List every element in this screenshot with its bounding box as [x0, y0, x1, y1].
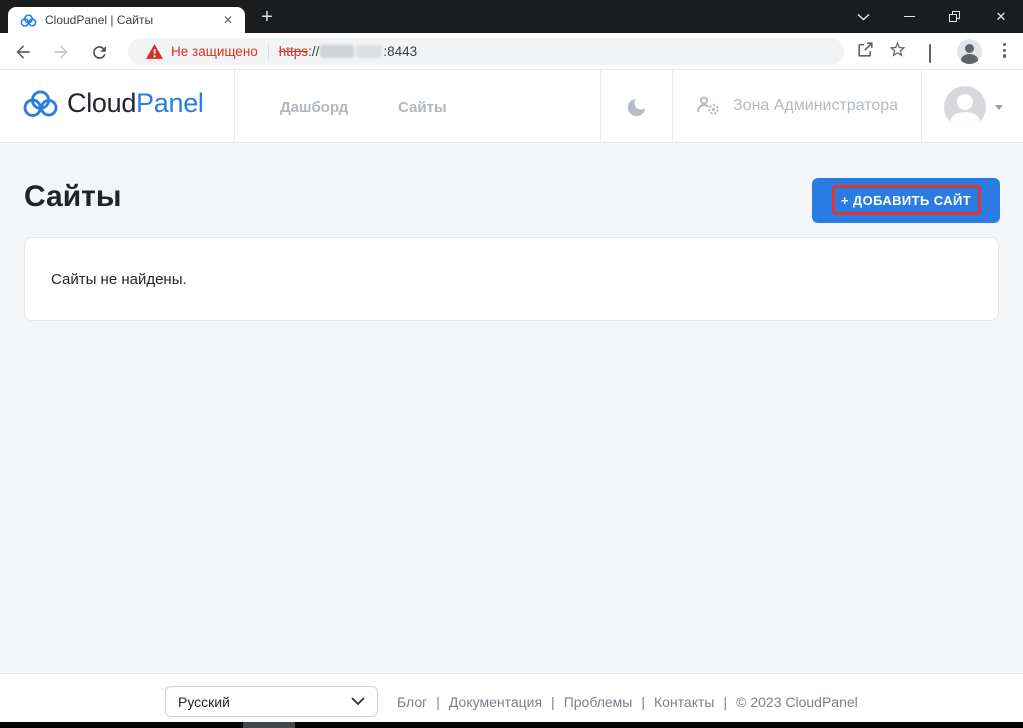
footer-links: Блог | Документация | Проблемы | Контакт…	[397, 680, 858, 723]
bookmark-star-icon[interactable]	[888, 40, 907, 59]
not-secure-warning-icon	[146, 44, 163, 59]
admin-users-gear-icon	[696, 94, 723, 118]
address-bar[interactable]: Не защищено https :// :8443	[128, 38, 844, 65]
tab-title: CloudPanel | Сайты	[45, 13, 154, 27]
footer-link-blog[interactable]: Блог	[397, 694, 427, 710]
refresh-button[interactable]	[88, 41, 110, 63]
language-select[interactable]: Русский	[165, 686, 378, 717]
new-tab-button[interactable]: +	[254, 4, 280, 30]
restore-button[interactable]	[939, 0, 969, 33]
footer-separator: |	[551, 693, 555, 710]
nav-sites[interactable]: Сайты	[398, 99, 447, 116]
browser-menu-icon[interactable]	[1003, 43, 1007, 58]
avatar-dropdown-caret-icon[interactable]	[995, 105, 1003, 110]
select-chevron-down-icon	[351, 697, 365, 706]
tab-close-icon[interactable]: ✕	[219, 11, 237, 29]
footer-separator: |	[641, 693, 645, 710]
forward-button[interactable]	[50, 41, 72, 63]
admin-zone-link[interactable]: Зона Администратора	[696, 94, 898, 118]
browser-profile-avatar[interactable]	[957, 39, 982, 64]
language-select-value: Русский	[178, 693, 230, 710]
not-secure-label: Не защищено	[171, 44, 258, 59]
brand-name: CloudPanel	[67, 88, 204, 118]
cloudpanel-cloud-icon	[22, 89, 59, 118]
share-icon[interactable]	[856, 40, 875, 59]
browser-window: CloudPanel | Сайты ✕ + ✕ Не защищено htt…	[0, 0, 1023, 728]
header-divider	[672, 70, 673, 143]
nav-dashboard[interactable]: Дашборд	[280, 99, 348, 116]
omnibox-divider	[267, 43, 269, 60]
header-divider	[600, 70, 601, 143]
footer-separator: |	[436, 693, 440, 710]
user-avatar[interactable]	[944, 86, 986, 128]
side-panel-icon[interactable]	[929, 44, 931, 63]
footer-link-docs[interactable]: Документация	[449, 694, 542, 710]
window-close-button[interactable]: ✕	[986, 0, 1016, 33]
add-site-button[interactable]: + ДОБАВИТЬ САЙТ	[812, 178, 1000, 223]
minimize-button[interactable]	[894, 0, 924, 33]
empty-message: Сайты не найдены.	[51, 270, 187, 288]
footer-link-issues[interactable]: Проблемы	[564, 694, 633, 710]
page-title: Сайты	[24, 180, 122, 213]
browser-tab[interactable]: CloudPanel | Сайты ✕	[8, 7, 245, 33]
dark-mode-moon-icon[interactable]	[625, 96, 648, 124]
browser-titlebar: CloudPanel | Сайты ✕ + ✕	[0, 0, 1023, 33]
header-divider	[921, 70, 922, 143]
footer-copyright: © 2023 CloudPanel	[736, 693, 858, 710]
footer-link-contacts[interactable]: Контакты	[654, 694, 714, 710]
url-scheme-suffix: ://	[308, 44, 320, 59]
url-scheme: https	[278, 44, 309, 59]
taskbar-edge	[0, 722, 1023, 728]
cloudpanel-favicon-icon	[20, 13, 37, 27]
admin-zone-label: Зона Администратора	[733, 97, 899, 114]
cloudpanel-logo[interactable]: CloudPanel	[22, 88, 204, 119]
footer-separator: |	[723, 693, 728, 710]
url-port: :8443	[383, 44, 418, 59]
header-divider	[234, 70, 235, 143]
redacted-host	[320, 45, 383, 58]
back-button[interactable]	[12, 41, 34, 63]
sites-empty-card: Сайты не найдены.	[24, 237, 999, 321]
tab-search-chevron-icon[interactable]	[848, 0, 878, 33]
